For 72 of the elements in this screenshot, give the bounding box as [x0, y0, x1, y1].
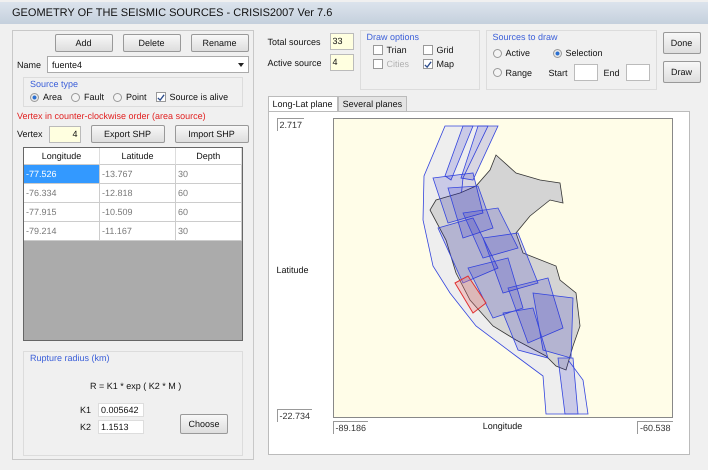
- table-cell[interactable]: -11.167: [100, 222, 176, 241]
- start-label: Start: [548, 68, 568, 78]
- table-cell[interactable]: 30: [176, 222, 242, 241]
- group-title: Draw options: [366, 32, 420, 42]
- end-label: End: [604, 68, 620, 78]
- source-action-button[interactable]: Rename: [190, 34, 249, 52]
- start-field[interactable]: [574, 64, 598, 81]
- table-cell[interactable]: 60: [176, 184, 242, 203]
- k1-label: K1: [80, 405, 92, 415]
- checkbox-label: Map: [436, 59, 454, 69]
- table-cell[interactable]: -79.214: [24, 222, 100, 241]
- vertex-note: Vertex in counter-clockwise order (area source): [17, 111, 207, 121]
- source-action-button[interactable]: Delete: [122, 34, 181, 52]
- action-button[interactable]: Draw: [662, 61, 701, 83]
- radio-label: Fault: [84, 92, 104, 102]
- checkbox[interactable]: [422, 45, 433, 55]
- checkbox[interactable]: [422, 59, 433, 69]
- window-title: GEOMETRY OF THE SEISMIC SOURCES - CRISIS2007 Ver 7.6: [0, 2, 708, 24]
- table-cell[interactable]: -13.767: [100, 165, 176, 184]
- tab[interactable]: Long-Lat plane: [268, 96, 338, 111]
- action-button[interactable]: Done: [662, 32, 701, 54]
- formula-text: R = K1 * exp ( K2 * M ): [90, 381, 182, 391]
- group-title: Rupture radius (km): [30, 353, 111, 363]
- vertex-field[interactable]: 4: [48, 126, 81, 142]
- group-title: Sources to draw: [492, 32, 559, 42]
- total-label: Total sources: [268, 36, 322, 46]
- k2-field[interactable]: 1.1513: [98, 420, 144, 434]
- table-cell[interactable]: -12.818: [100, 184, 176, 203]
- group-title: Source type: [30, 79, 80, 89]
- radio-label: Range: [506, 68, 532, 78]
- radio-label: Active: [506, 48, 530, 58]
- axis-label: Longitude: [482, 421, 522, 433]
- axis-value: -89.186: [332, 421, 368, 434]
- axis-value: 2.717: [276, 118, 304, 131]
- end-field[interactable]: [626, 64, 650, 81]
- table-cell[interactable]: 30: [176, 165, 242, 184]
- checkbox-label: Grid: [436, 45, 454, 55]
- checkbox[interactable]: [372, 45, 383, 55]
- radio-button[interactable]: [30, 92, 39, 102]
- radio-label: Area: [43, 92, 62, 102]
- count-field[interactable]: 33: [330, 33, 354, 50]
- checkbox-label: Source is alive: [170, 92, 228, 102]
- table-cell[interactable]: -10.509: [100, 203, 176, 222]
- radio-button[interactable]: [71, 92, 80, 102]
- radio-label: Selection: [566, 48, 603, 58]
- radio-button[interactable]: [492, 68, 502, 77]
- k2-label: K2: [80, 422, 92, 432]
- count-field[interactable]: 4: [330, 54, 354, 71]
- name-dropdown[interactable]: fuente4: [47, 56, 249, 73]
- checkbox[interactable]: [156, 92, 166, 102]
- total-label: Active source: [268, 58, 323, 68]
- caret-icon: [238, 62, 244, 66]
- axis-label: Latitude: [276, 265, 309, 275]
- tab[interactable]: Several planes: [338, 96, 408, 111]
- k1-field[interactable]: 0.005642: [98, 403, 144, 417]
- radio-button[interactable]: [492, 48, 502, 58]
- source-action-button[interactable]: Add: [54, 34, 113, 52]
- vertex-label: Vertex: [17, 129, 43, 139]
- table-cell[interactable]: -77.915: [24, 203, 100, 222]
- radio-button[interactable]: [552, 48, 562, 58]
- checkbox-label: Trian: [386, 45, 407, 55]
- radio-button[interactable]: [113, 92, 122, 102]
- choose-button[interactable]: Choose: [180, 414, 228, 434]
- radio-label: Point: [126, 92, 147, 102]
- table-cell[interactable]: -76.334: [24, 184, 100, 203]
- shp-button[interactable]: Import SHP: [174, 125, 249, 143]
- axis-value: -22.734: [276, 409, 312, 422]
- name-label: Name: [17, 60, 42, 70]
- checkbox-label: Cities: [386, 59, 410, 69]
- axis-value: -60.538: [636, 421, 672, 434]
- shp-button[interactable]: Export SHP: [90, 125, 165, 143]
- table-cell[interactable]: 60: [176, 203, 242, 222]
